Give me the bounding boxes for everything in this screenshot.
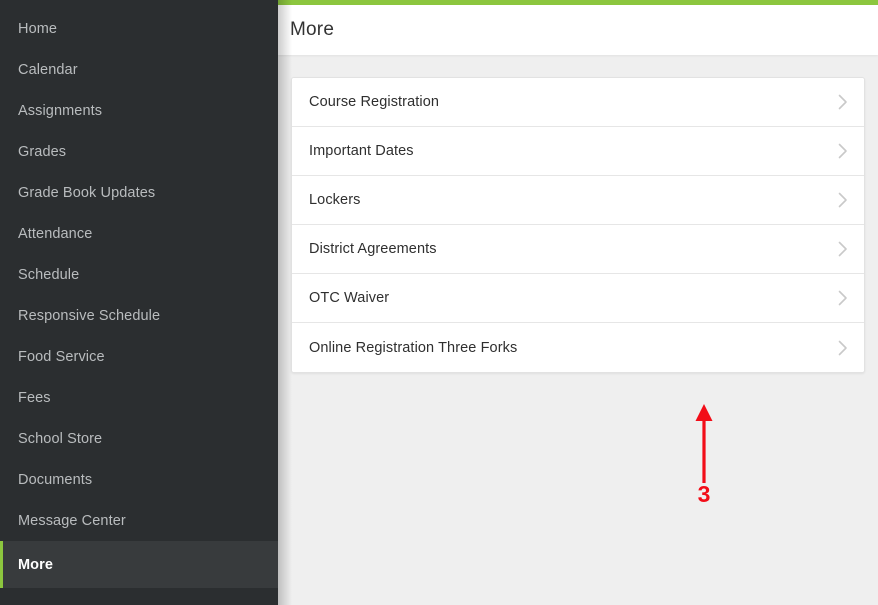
chevron-right-icon: [838, 241, 848, 257]
annotation-step-number: 3: [697, 481, 711, 507]
sidebar-item-label: Schedule: [18, 266, 80, 283]
list-item[interactable]: Online Registration Three Forks: [292, 323, 864, 372]
sidebar-item-message-center[interactable]: Message Center: [0, 500, 278, 541]
sidebar-navigation: Home Calendar Assignments Grades Grade Book …: [0, 0, 278, 605]
sidebar-item-grades[interactable]: Grades: [0, 131, 278, 172]
sidebar-item-schedule[interactable]: Schedule: [0, 254, 278, 295]
chevron-right-icon: [838, 94, 848, 110]
list-item-label: Online Registration Three Forks: [309, 339, 518, 356]
active-accent-bar: [0, 541, 3, 588]
list-item-label: Lockers: [309, 192, 361, 208]
sidebar-item-label: Grades: [18, 143, 67, 160]
chevron-right-icon: [838, 192, 848, 208]
sidebar-item-label: Calendar: [18, 61, 78, 78]
sidebar-item-attendance[interactable]: Attendance: [0, 213, 278, 254]
sidebar-item-label: School Store: [18, 430, 103, 447]
list-item-label: District Agreements: [309, 241, 437, 257]
sidebar-item-assignments[interactable]: Assignments: [0, 90, 278, 131]
sidebar-item-label: Attendance: [18, 225, 93, 242]
sidebar-item-fees[interactable]: Fees: [0, 377, 278, 418]
sidebar-item-label: Grade Book Updates: [18, 184, 156, 201]
chevron-right-icon: [838, 143, 848, 159]
sidebar-item-documents[interactable]: Documents: [0, 459, 278, 500]
list-item[interactable]: Important Dates: [292, 127, 864, 176]
sidebar-item-label: Message Center: [18, 512, 126, 529]
sidebar-item-home[interactable]: Home: [0, 8, 278, 49]
main-content: More Course Registration Important Dates L…: [278, 0, 878, 605]
list-item[interactable]: District Agreements: [292, 225, 864, 274]
more-options-card: Course Registration Important Dates Locker…: [291, 77, 865, 373]
list-item-label: Course Registration: [309, 94, 440, 110]
sidebar-item-more[interactable]: More: [0, 541, 278, 588]
list-item-label: OTC Waiver: [309, 290, 390, 306]
sidebar-item-label: Food Service: [18, 348, 105, 365]
page-header: More: [278, 5, 878, 55]
annotation-step-3: 3: [682, 403, 726, 515]
sidebar-item-calendar[interactable]: Calendar: [0, 49, 278, 90]
list-item[interactable]: Course Registration: [292, 78, 864, 127]
chevron-right-icon: [838, 340, 848, 356]
sidebar-item-label: Assignments: [18, 102, 103, 119]
chevron-right-icon: [838, 290, 848, 306]
sidebar-item-label: Home: [18, 20, 58, 37]
list-item[interactable]: OTC Waiver: [292, 274, 864, 323]
sidebar-item-grade-book-updates[interactable]: Grade Book Updates: [0, 172, 278, 213]
sidebar-item-label: Fees: [18, 389, 51, 406]
list-item[interactable]: Lockers: [292, 176, 864, 225]
sidebar-item-label: Documents: [18, 471, 93, 488]
sidebar-item-label: Responsive Schedule: [18, 307, 161, 324]
content-body: Course Registration Important Dates Locker…: [278, 55, 878, 605]
page-title: More: [290, 19, 335, 40]
up-arrow-icon: [695, 404, 713, 483]
sidebar-item-responsive-schedule[interactable]: Responsive Schedule: [0, 295, 278, 336]
list-item-label: Important Dates: [309, 143, 414, 159]
sidebar-item-food-service[interactable]: Food Service: [0, 336, 278, 377]
app-window: Home Calendar Assignments Grades Grade Book …: [0, 0, 878, 605]
sidebar-item-school-store[interactable]: School Store: [0, 418, 278, 459]
sidebar-item-label: More: [18, 556, 54, 573]
